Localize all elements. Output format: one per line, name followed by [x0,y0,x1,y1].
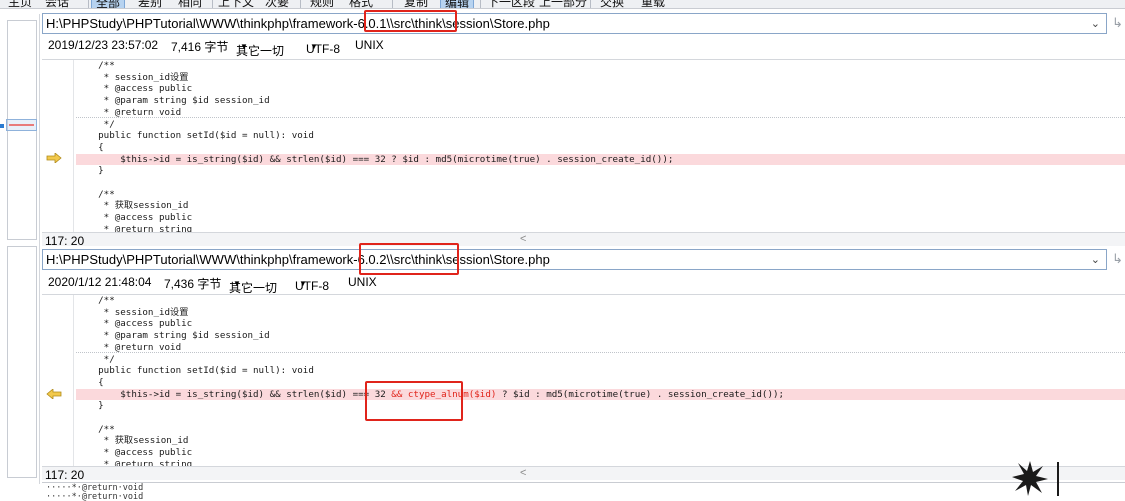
toolbar-home[interactable]: 主页 [8,0,32,8]
top-file-date: 2019/12/23 23:57:02 [48,38,159,52]
bottom-compare-strip: ·····*·@return·void ·····*·@return·void [42,482,1125,501]
code-line: } [76,400,104,412]
code-line: * @param string $id session_id [76,330,270,342]
code-line: * @access public [76,212,193,224]
highlight-box-diff [365,381,463,421]
left-file-pane: H:\PHPStudy\PHPTutorial\WWW\thinkphp\fra… [42,10,1125,248]
toolbar-diff[interactable]: 差别 [138,0,162,8]
watermark-logo [1010,458,1120,498]
toolbar-reload[interactable]: 重载 [641,0,665,8]
caret-down-icon: ▼ [240,42,248,51]
bottom-strip-line-2: ·····*·@return·void [46,492,144,501]
toolbar-all[interactable]: 全部 [91,0,126,8]
top-path-input[interactable]: H:\PHPStudy\PHPTutorial\WWW\thinkphp\fra… [42,13,1107,34]
caret-down-icon: ▼ [233,279,241,288]
swap-arrow-icon[interactable]: ↳ [1110,15,1125,31]
chevron-down-icon[interactable]: ⌄ [1091,253,1100,266]
top-info-row: 2019/12/23 23:57:02 7,416 字节 其它一切 ▼ UTF-8… [42,34,1125,58]
code-line: * @return void [76,107,1125,119]
diff-line-after: ? $id : md5(microtime(true) . session_cr… [496,388,785,400]
overview-diff-marker [9,124,34,126]
top-gutter [42,60,74,232]
bottom-gutter [42,295,74,466]
top-path-text: H:\PHPStudy\PHPTutorial\WWW\thinkphp\fra… [46,16,550,31]
toolbar-context[interactable]: 上下文 [218,0,254,8]
code-line: { [76,376,104,388]
bottom-path-input[interactable]: H:\PHPStudy\PHPTutorial\WWW\thinkphp\fra… [42,249,1107,270]
bottom-path-row: H:\PHPStudy\PHPTutorial\WWW\thinkphp\fra… [42,243,1125,275]
bottom-file-date: 2020/1/12 21:48:04 [48,275,152,289]
toolbar-rules[interactable]: 规则 [310,0,334,8]
caret-down-icon: ▼ [310,42,318,51]
diff-line-before: $this->id = is_string($id) && strlen($id… [76,388,392,400]
toolbar-minor[interactable]: 次要 [265,0,289,8]
code-line: * session_id设置 [76,306,189,318]
code-line: * 获取session_id [76,435,189,447]
code-line: * @access public [76,447,193,459]
bottom-line-ending: UNIX [348,275,377,289]
code-line: /** [76,295,115,306]
overview-position-marker [0,124,4,128]
current-diff-arrow-icon [46,153,62,163]
caret-down-icon: ▼ [299,279,307,288]
bottom-file-size: 7,436 字节 [164,277,222,291]
code-line: public function setId($id = null): void [76,130,314,142]
code-line: /** [76,188,115,200]
bottom-code-view[interactable]: /** * session_id设置 * @access public * @p… [42,294,1125,466]
diff-overview[interactable] [0,14,40,484]
bottom-horizontal-scrollbar[interactable]: 117: 20 < [42,466,1125,482]
code-line: { [76,141,104,153]
top-cursor-position: 117: 20 [45,234,85,248]
top-file-size: 7,416 字节 [171,40,229,54]
chevron-down-icon[interactable]: ⌄ [1091,17,1100,30]
toolbar: 主页 会话 全部 差别 相同 上下文 次要 规则 格式 复制 编辑 下一区段 上… [0,0,1125,9]
code-line: public function setId($id = null): void [76,365,314,377]
overview-bottom [7,246,37,478]
code-line: */ [76,353,115,365]
splash-logo-icon [1012,461,1048,496]
watermark-divider [1057,462,1059,496]
toolbar-session[interactable]: 会话 [45,0,69,8]
code-line: /** [76,60,115,71]
top-line-ending: UNIX [355,38,384,52]
bottom-path-prefix: H:\PHPStudy\PHPTutorial\WWW\thinkphp\fra… [46,252,391,267]
code-line: * @param string $id session_id [76,95,270,107]
code-line: } [76,165,104,177]
code-line: */ [76,118,115,130]
right-file-pane: H:\PHPStudy\PHPTutorial\WWW\thinkphp\fra… [42,243,1125,482]
top-path-row: H:\PHPStudy\PHPTutorial\WWW\thinkphp\fra… [42,10,1125,34]
toolbar-edit[interactable]: 编辑 [440,0,475,8]
bottom-path-text: H:\PHPStudy\PHPTutorial\WWW\thinkphp\fra… [46,252,550,267]
code-line: * @access public [76,318,193,330]
scroll-left-icon[interactable]: < [520,233,526,245]
bottom-cursor-position: 117: 20 [45,468,85,482]
code-line: * @return void [76,342,1125,354]
top-code-view[interactable]: /** * session_id设置 * @access public * @p… [42,59,1125,232]
top-path-prefix: H:\PHPStudy\PHPTutorial\WWW\thinkphp\fra… [46,16,391,31]
code-line: /** [76,423,115,435]
toolbar-prev-part[interactable]: 上一部分 [539,0,587,8]
top-horizontal-scrollbar[interactable]: 117: 20 < [42,232,1125,248]
toolbar-same[interactable]: 相同 [178,0,202,8]
code-line: * session_id设置 [76,71,189,83]
toolbar-next-section[interactable]: 下一区段 [487,0,535,8]
toolbar-swap[interactable]: 交换 [600,0,624,8]
code-line: * 获取session_id [76,200,189,212]
bottom-info-row: 2020/1/12 21:48:04 7,436 字节 其它一切 ▼ UTF-8 ▼… [42,271,1125,295]
current-diff-arrow-icon [46,389,62,399]
toolbar-format[interactable]: 格式 [349,0,373,8]
code-line: $this->id = is_string($id) && strlen($id… [76,153,1125,166]
bottom-diff-line: $this->id = is_string($id) && strlen($id… [76,388,1125,401]
highlight-box-top-path [364,10,457,32]
code-line: * @return string [76,223,193,232]
code-line: * @access public [76,83,193,95]
code-line: * @return string [76,458,193,466]
swap-arrow-icon[interactable]: ↳ [1110,251,1125,267]
scroll-left-icon[interactable]: < [520,467,526,479]
toolbar-copy[interactable]: 复制 [404,0,428,8]
